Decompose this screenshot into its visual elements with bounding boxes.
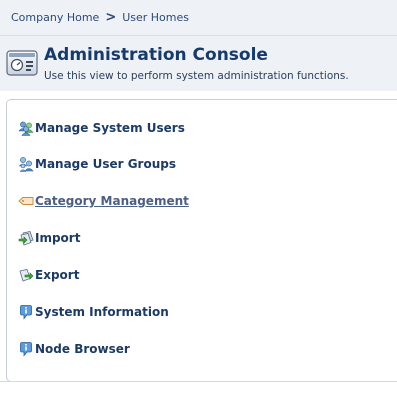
import-label: Import [35,231,81,245]
manage-system-users-label: Manage System Users [35,121,185,135]
breadcrumb: Company Home > User Homes [0,0,397,36]
users-icon [18,120,34,136]
category-management-link[interactable]: Category Management [18,192,189,210]
manage-user-groups-label: Manage User Groups [35,157,176,171]
user-groups-icon [18,156,34,172]
export-label: Export [35,268,80,282]
admin-console-page: Company Home > User Homes Administration… [0,0,397,397]
export-icon [18,267,34,283]
panel-divider [0,381,397,382]
info-icon [18,341,34,357]
node-browser-label: Node Browser [35,342,130,356]
breadcrumb-user-homes[interactable]: User Homes [122,11,189,24]
import-link[interactable]: Import [18,229,80,247]
manage-system-users-link[interactable]: Manage System Users [18,119,185,137]
manage-user-groups-link[interactable]: Manage User Groups [18,155,176,173]
category-tag-icon [18,193,34,209]
import-icon [18,230,34,246]
export-link[interactable]: Export [18,266,79,284]
system-information-label: System Information [35,305,169,319]
node-browser-link[interactable]: Node Browser [18,340,130,358]
system-information-link[interactable]: System Information [18,303,169,321]
category-management-label: Category Management [35,194,189,208]
admin-console-icon [6,50,38,76]
info-icon [18,304,34,320]
page-subtitle: Use this view to perform system administ… [44,70,349,82]
breadcrumb-separator: > [105,10,117,25]
page-title: Administration Console [44,45,268,65]
page-header: Administration Console Use this view to … [0,36,397,91]
breadcrumb-company-home[interactable]: Company Home [11,11,99,24]
